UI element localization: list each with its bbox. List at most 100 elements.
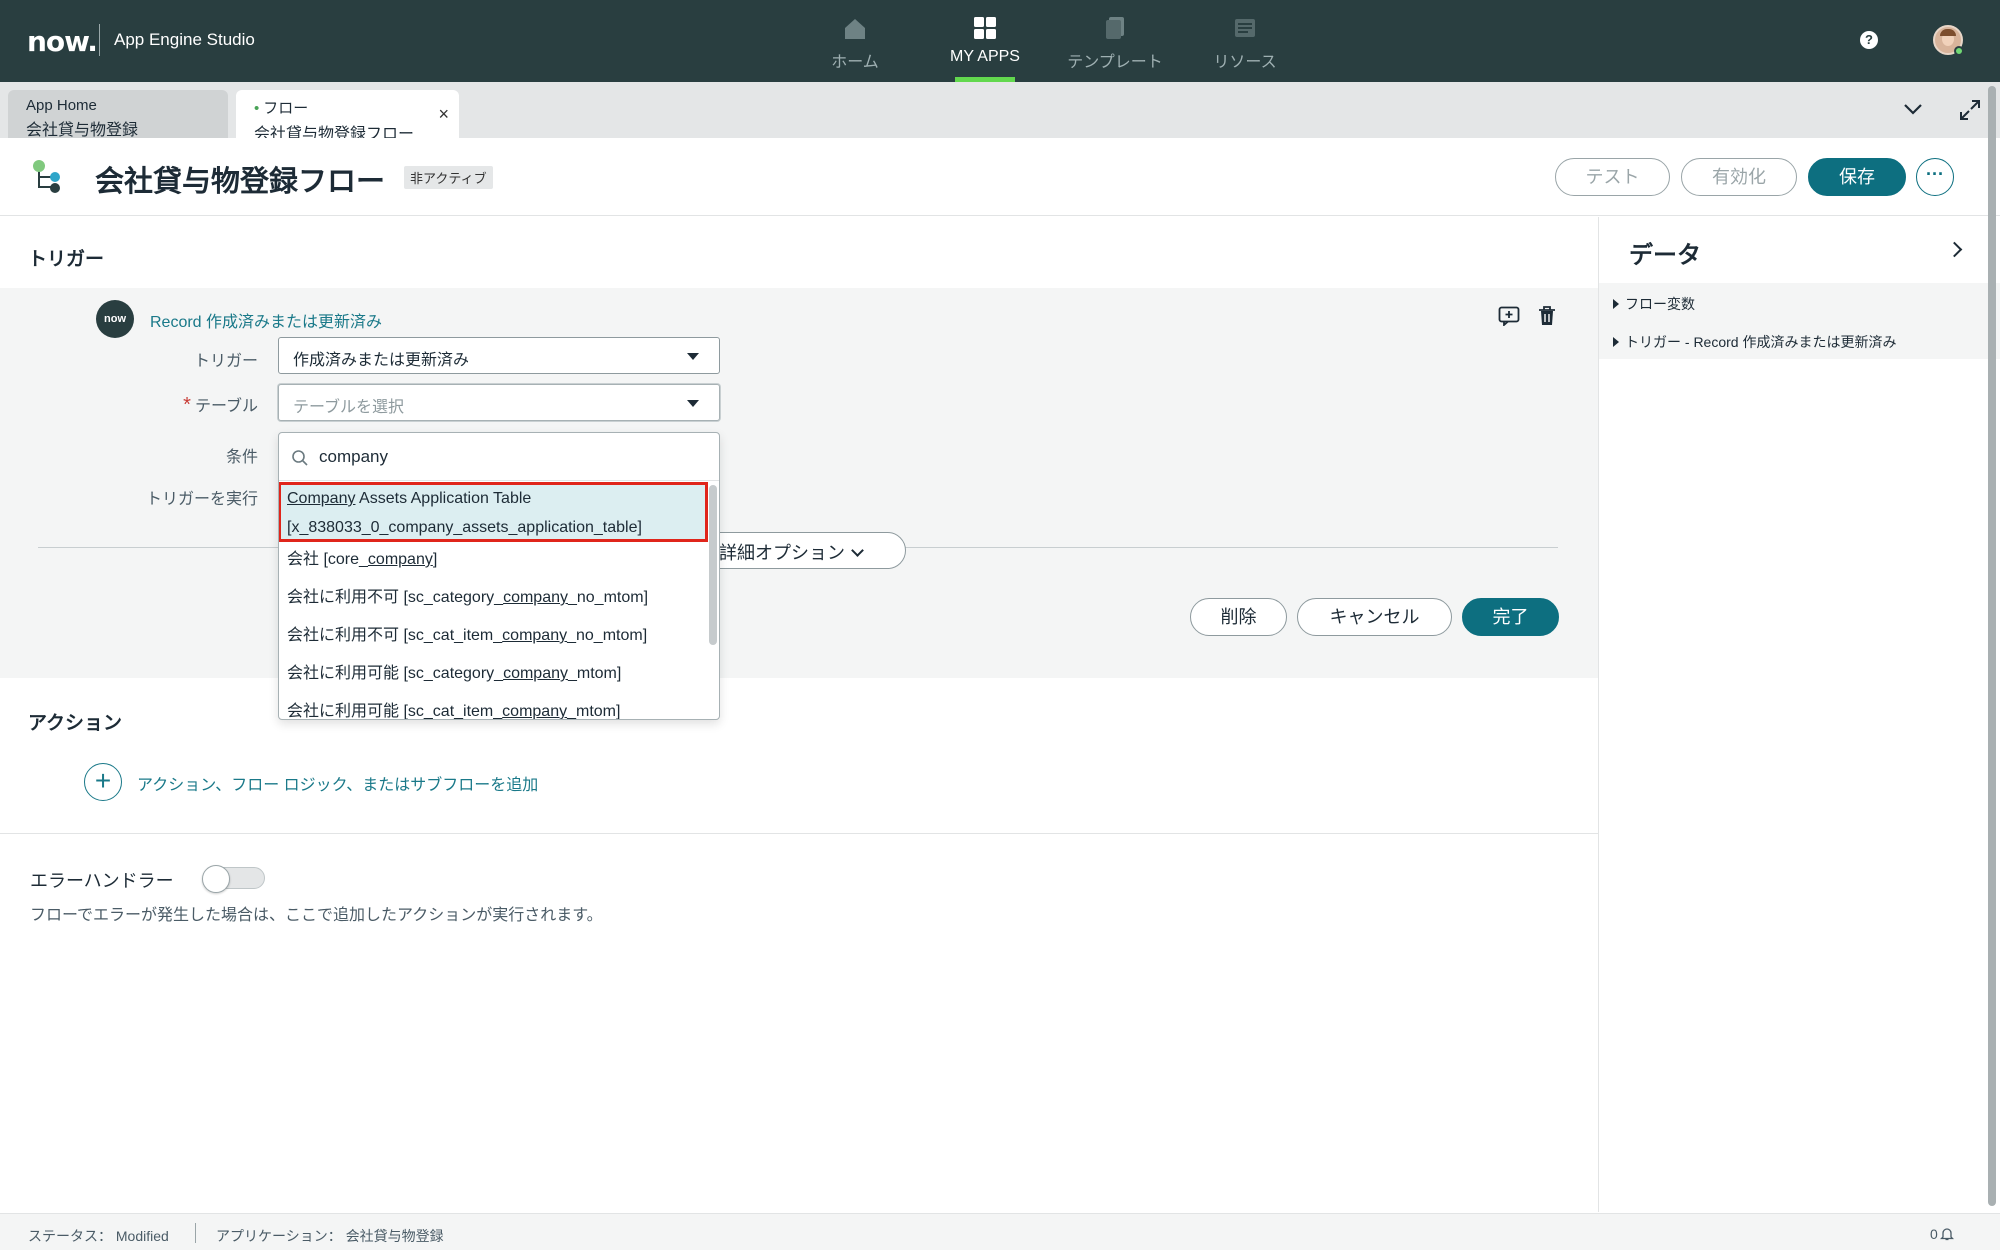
dropdown-item[interactable]: 会社に利用不可 [sc_category_company_no_mtom] [279,579,707,617]
item-text: 会社 [core_ [287,551,368,568]
error-handler-description: フローでエラーが発生した場合は、ここで追加したアクションが実行されます。 [30,907,603,924]
nav-home[interactable]: ホーム [790,0,920,82]
test-button[interactable]: テスト [1555,158,1670,196]
trigger-summary-link[interactable]: Record 作成済みまたは更新済み [150,308,382,332]
now-logo[interactable]: now. [27,25,98,58]
nav-resources-label: リソース [1213,54,1277,71]
dropdown-scrollbar[interactable] [709,485,717,645]
nav-templates[interactable]: テンプレート [1050,0,1180,82]
match-text: company [503,589,568,606]
nav-my-apps[interactable]: MY APPS [920,0,1050,82]
nav-templates-label: テンプレート [1067,54,1163,71]
dropdown-search[interactable]: company [279,433,719,481]
data-panel: データ フロー変数 トリガー - Record 作成済みまたは更新済み [1598,217,2000,1212]
app-title[interactable]: App Engine Studio [114,30,255,50]
add-comment-icon[interactable] [1498,306,1520,326]
flow-designer-main: トリガー now Record 作成済みまたは更新済み トリガー 作成済みまたは… [0,217,1598,1212]
item-text: _no_mtom] [567,589,649,606]
nav-home-label: ホーム [831,54,879,71]
logo-separator [99,24,100,56]
save-button[interactable]: 保存 [1808,158,1906,196]
page-scrollbar[interactable] [1988,86,1996,1206]
caret-down-icon [687,400,699,407]
required-icon: * [183,394,191,416]
done-button[interactable]: 完了 [1462,598,1559,636]
item-text: 会社に利用可能 [sc_cat_item_ [287,703,503,720]
template-icon [1106,17,1124,39]
nav-resources[interactable]: リソース [1180,0,1310,82]
tab-app-home-type: App Home [26,97,97,114]
data-panel-title: データ [1629,242,1701,269]
help-icon[interactable]: ? [1860,31,1878,49]
notification-count[interactable]: 0 [1930,1226,1954,1242]
data-item-flow-variables[interactable]: フロー変数 [1613,294,1695,314]
chevron-down-icon[interactable] [1902,98,1924,120]
item-text: _mtom] [567,665,622,682]
dropdown-item-company-assets[interactable]: Company Assets Application Table [x_8380… [279,482,708,542]
tab-app-home-title: 会社貸与物登録 [26,122,139,139]
expand-icon[interactable] [1958,98,1982,122]
dropdown-item[interactable]: 会社に利用可能 [sc_category_company_mtom] [279,655,707,693]
trigger-field-label: トリガー [193,353,258,370]
item-text: 会社に利用不可 [sc_cat_item_ [287,627,503,644]
dropdown-item-line1: Company Assets Application Table [287,484,699,513]
dropdown-item[interactable]: 会社に利用可能 [sc_cat_item_company_mtom] [279,693,707,720]
avatar-hair [1940,29,1956,36]
section-divider [0,833,1598,834]
nav-my-apps-label: MY APPS [950,48,1020,65]
close-icon[interactable]: × [438,104,449,125]
tab-flow[interactable]: フロー 会社貸与物登録フロー × [236,90,459,143]
item-text: _mtom] [567,703,621,720]
item-text: 会社に利用不可 [sc_category_ [287,589,504,606]
table-field-label: * テーブル [150,392,258,417]
advanced-options-label: 詳細オプション [719,543,845,563]
error-handler-toggle[interactable] [202,865,265,893]
trigger-type-value: 作成済みまたは更新済み [293,352,470,369]
item-text: 会社に利用可能 [sc_category_ [287,665,504,682]
delete-button[interactable]: 削除 [1190,598,1287,636]
status-bar: ステータス： Modified アプリケーション： 会社貸与物登録 0 [0,1213,2000,1250]
advanced-options-button[interactable]: 詳細オプション [700,532,906,569]
now-badge-icon: now [96,300,134,338]
more-options-button[interactable]: ··· [1916,158,1954,196]
flow-header: 会社貸与物登録フロー 非アクティブ テスト 有効化 保存 ··· [0,138,2000,216]
condition-field-label: 条件 [225,449,258,466]
dropdown-item[interactable]: 会社に利用不可 [sc_cat_item_company_no_mtom] [279,617,707,655]
trigger-type-select[interactable]: 作成済みまたは更新済み [278,337,720,374]
caret-down-icon [687,353,699,360]
dropdown-item-line2: [x_838033_0_company_assets_application_t… [287,519,642,536]
match-text: company [502,703,568,720]
bell-icon [1939,1228,1954,1241]
tab-app-home[interactable]: App Home 会社貸与物登録 [8,90,228,139]
status-separator [195,1223,196,1243]
table-label-text: テーブル [194,398,258,415]
resources-icon [1235,19,1255,37]
item-text: Assets Application Table [355,490,532,507]
table-dropdown: company Company Assets Application Table… [278,432,720,720]
trigger-section-title: トリガー [28,249,105,270]
activate-button[interactable]: 有効化 [1681,158,1797,196]
dropdown-list: Company Assets Application Table [x_8380… [279,482,708,720]
error-handler-label: エラーハンドラー [30,871,174,891]
match-text: company [367,551,433,568]
trash-icon[interactable] [1537,305,1557,327]
online-status-dot [1954,46,1964,56]
tab-strip: App Home 会社貸与物登録 フロー 会社貸与物登録フロー × [0,82,2000,143]
search-input[interactable]: company [319,447,388,467]
page-title: 会社貸与物登録フロー [95,166,386,198]
add-circle-icon[interactable]: + [84,763,122,801]
chevron-down-icon [851,544,864,557]
dropdown-item[interactable]: 会社 [core_company] [279,541,707,579]
data-item-trigger-record[interactable]: トリガー - Record 作成済みまたは更新済み [1613,332,1896,352]
chevron-right-icon[interactable] [1946,241,1963,258]
application-text: アプリケーション： 会社貸与物登録 [216,1228,444,1244]
match-text: company [503,665,568,682]
add-action-link[interactable]: アクション、フロー ロジック、またはサブフローを追加 [137,771,538,795]
cancel-button[interactable]: キャンセル [1297,598,1452,636]
match-text: Company [287,490,356,507]
notification-count-value: 0 [1930,1226,1938,1242]
main-nav: ホーム MY APPS テンプレート リソース [790,0,1310,82]
table-select[interactable]: テーブルを選択 [278,384,720,421]
action-section-title: アクション [28,713,123,734]
item-text: ] [432,551,438,568]
